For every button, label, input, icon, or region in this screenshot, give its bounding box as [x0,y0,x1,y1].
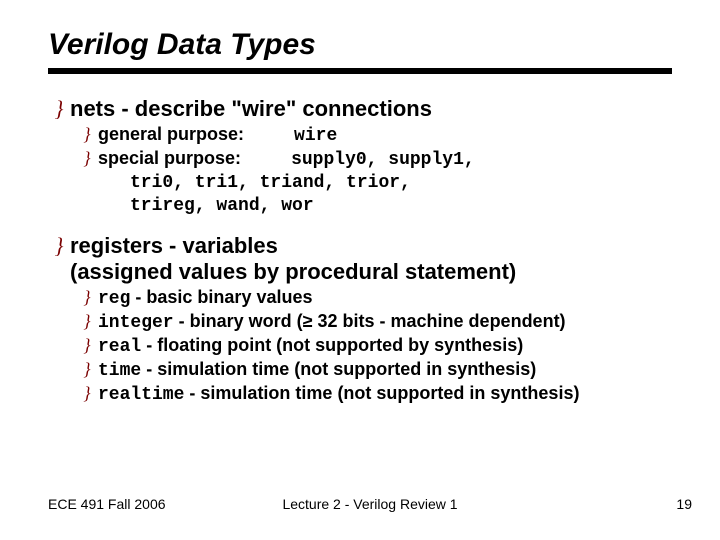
reg-text: reg - basic binary values [98,287,672,309]
nets-heading-text: nets - describe "wire" connections [70,96,672,122]
bullet-real: } real - floating point (not supported b… [48,335,672,357]
bullet-time: } time - simulation time (not supported … [48,359,672,381]
real-desc: - floating point (not supported by synth… [141,335,523,355]
registers-heading-text: registers - variables (assigned values b… [70,233,672,285]
section-registers: } registers - variables (assigned values… [48,233,672,405]
bullet-realtime: } realtime - simulation time (not suppor… [48,383,672,405]
bullet-icon: } [76,359,98,381]
bullet-icon: } [76,311,98,333]
reg-kw: reg [98,289,130,309]
bullet-icon: } [76,124,98,146]
bullet-integer: } integer - binary word (≥ 32 bits - mac… [48,311,672,333]
slide-title: Verilog Data Types [48,28,672,62]
footer-left: ECE 491 Fall 2006 [48,496,209,512]
special-label: special purpose: [98,148,241,168]
realtime-text: realtime - simulation time (not supporte… [98,383,672,405]
bullet-general-purpose: } general purpose: wire [48,124,672,146]
section-nets: } nets - describe "wire" connections } g… [48,96,672,219]
bullet-icon: } [76,287,98,309]
bullet-icon: } [76,148,98,170]
bullet-reg: } reg - basic binary values [48,287,672,309]
general-types: wire [294,126,337,146]
real-kw: real [98,337,141,357]
time-desc: - simulation time (not supported in synt… [141,359,536,379]
real-text: real - floating point (not supported by … [98,335,672,357]
slide-content: Verilog Data Types } nets - describe "wi… [0,0,720,405]
bullet-registers-heading: } registers - variables (assigned values… [48,233,672,285]
footer-pagenum: 19 [531,496,692,512]
realtime-kw: realtime [98,385,184,405]
bullet-icon: } [48,96,70,122]
bullet-nets-heading: } nets - describe "wire" connections [48,96,672,122]
general-label: general purpose: [98,124,244,144]
general-purpose-text: general purpose: wire [98,124,672,146]
time-kw: time [98,361,141,381]
slide-footer: ECE 491 Fall 2006 Lecture 2 - Verilog Re… [48,496,692,512]
bullet-special-purpose: } special purpose: supply0, supply1, [48,148,672,170]
realtime-desc: - simulation time (not supported in synt… [184,383,579,403]
time-text: time - simulation time (not supported in… [98,359,672,381]
special-purpose-text: special purpose: supply0, supply1, [98,148,672,170]
special-types-line0: supply0, supply1, [291,150,475,170]
title-underline [48,68,672,74]
bullet-icon: } [48,233,70,285]
integer-desc: - binary word (≥ 32 bits - machine depen… [174,311,566,331]
integer-kw: integer [98,313,174,333]
special-types-line1: tri0, tri1, triand, trior, [48,172,672,195]
bullet-icon: } [76,335,98,357]
integer-text: integer - binary word (≥ 32 bits - machi… [98,311,672,333]
special-types-line2: trireg, wand, wor [48,195,672,218]
footer-center: Lecture 2 - Verilog Review 1 [209,496,531,512]
bullet-icon: } [76,383,98,405]
reg-desc: - basic binary values [130,287,312,307]
